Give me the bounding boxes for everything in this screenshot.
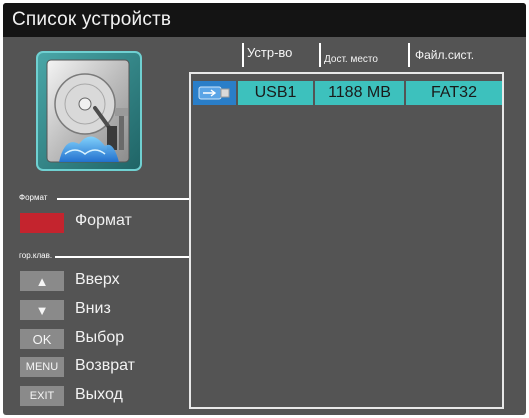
free-space-cell[interactable]: 1188 MB — [315, 81, 404, 105]
hotkey-ok-label: Выбор — [75, 329, 125, 346]
column-header-filesystem: Файл.сист. — [415, 48, 475, 62]
hotkey-exit-label: Выход — [75, 386, 123, 403]
column-separator — [408, 43, 410, 67]
column-separator — [319, 43, 321, 67]
column-header-device: Устр-во — [247, 45, 293, 60]
window-title: Список устройств — [12, 9, 172, 30]
hotkey-down-label: Вниз — [75, 300, 111, 317]
column-header-free-space: Дост. место — [324, 54, 378, 65]
filesystem-cell[interactable]: FAT32 — [406, 81, 502, 105]
format-button-label: Формат — [75, 212, 132, 229]
format-section-header: Формат — [19, 193, 189, 205]
hotkey-up-label: Вверх — [75, 271, 120, 288]
hotkeys-section-label: гор.клав. — [19, 251, 53, 260]
exit-key[interactable]: EXIT — [20, 386, 64, 406]
title-bar: Список устройств — [3, 3, 526, 37]
column-separator — [242, 43, 244, 67]
down-arrow-icon[interactable]: ▼ — [20, 300, 64, 320]
device-list-window: Список устройств Формат Формат гор.клав.… — [3, 3, 526, 415]
format-section-divider — [57, 198, 189, 200]
hotkeys-section-divider — [55, 256, 189, 258]
up-arrow-icon[interactable]: ▲ — [20, 271, 64, 291]
hotkey-menu-label: Возврат — [75, 357, 135, 374]
ok-key[interactable]: OK — [20, 329, 64, 349]
format-section-label: Формат — [19, 193, 48, 202]
device-list-panel[interactable]: USB1 1188 MB FAT32 — [189, 72, 504, 409]
device-name-cell[interactable]: USB1 — [238, 81, 313, 105]
red-format-key[interactable] — [20, 213, 64, 233]
hotkeys-section-header: гор.клав. — [19, 251, 189, 263]
menu-key[interactable]: MENU — [20, 357, 64, 377]
table-row[interactable]: USB1 1188 MB FAT32 — [193, 81, 502, 105]
hard-disk-icon — [36, 51, 142, 171]
usb-icon — [193, 81, 236, 105]
screen: Список устройств Формат Формат гор.клав.… — [0, 0, 529, 418]
